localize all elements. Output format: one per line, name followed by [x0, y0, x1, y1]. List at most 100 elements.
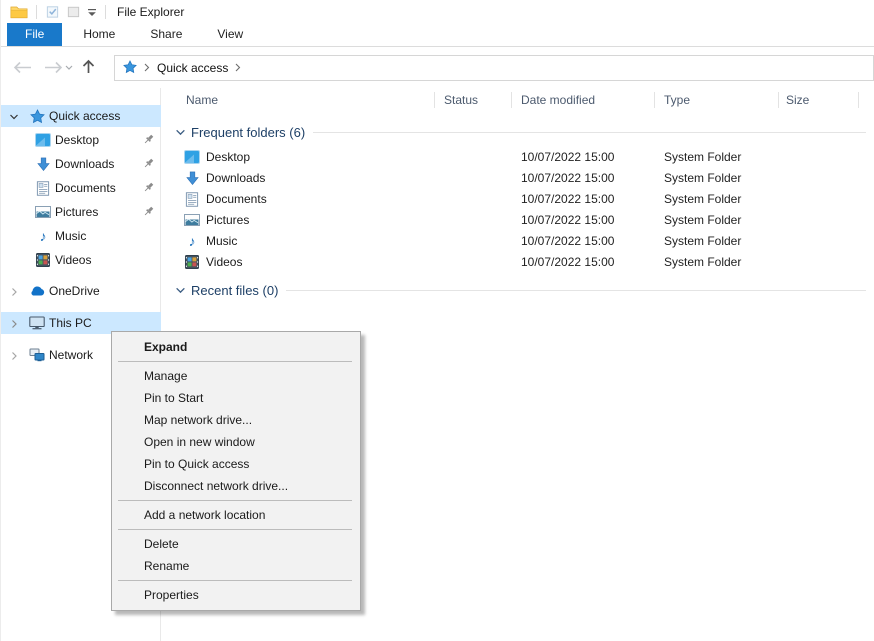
- file-name: Videos: [206, 255, 242, 269]
- menu-separator: [118, 500, 352, 501]
- file-name: Pictures: [206, 213, 249, 227]
- file-type: System Folder: [664, 192, 741, 206]
- sidebar-item-label: Desktop: [55, 133, 99, 147]
- tab-view[interactable]: View: [203, 23, 257, 46]
- file-name: Music: [206, 234, 237, 248]
- group-label: Recent files (0): [191, 283, 278, 298]
- chevron-right-icon[interactable]: [9, 318, 19, 328]
- file-type: System Folder: [664, 150, 741, 164]
- menu-item-open-in-new-window[interactable]: Open in new window: [112, 431, 360, 453]
- address-bar[interactable]: Quick access: [114, 55, 874, 81]
- titlebar-separator: [105, 5, 106, 19]
- file-date-modified: 10/07/2022 15:00: [521, 213, 614, 227]
- chevron-down-icon[interactable]: [175, 127, 186, 138]
- back-button[interactable]: [13, 61, 33, 74]
- group-header-frequent-folders[interactable]: Frequent folders (6): [162, 123, 866, 141]
- menu-item-delete[interactable]: Delete: [112, 533, 360, 555]
- qat-customize-dropdown-icon[interactable]: [87, 7, 97, 17]
- sidebar-item-downloads[interactable]: Downloads: [1, 153, 161, 175]
- menu-item-add-network-location[interactable]: Add a network location: [112, 504, 360, 526]
- sidebar-item-pictures[interactable]: Pictures: [1, 201, 161, 223]
- this-pc-context-menu: Expand Manage Pin to Start Map network d…: [111, 331, 361, 611]
- navigation-bar: Quick access: [1, 47, 874, 88]
- file-date-modified: 10/07/2022 15:00: [521, 234, 614, 248]
- column-header-name[interactable]: Name: [186, 93, 218, 107]
- menu-item-properties[interactable]: Properties: [112, 584, 360, 606]
- sidebar-item-videos[interactable]: Videos: [1, 249, 161, 271]
- tab-home[interactable]: Home: [69, 23, 129, 46]
- window-title: File Explorer: [117, 5, 184, 19]
- column-divider[interactable]: [434, 92, 435, 108]
- file-row-downloads[interactable]: Downloads 10/07/2022 15:00 System Folder: [162, 168, 874, 189]
- menu-item-pin-to-start[interactable]: Pin to Start: [112, 387, 360, 409]
- file-row-videos[interactable]: Videos 10/07/2022 15:00 System Folder: [162, 252, 874, 273]
- recent-locations-chevron-icon[interactable]: [65, 65, 73, 71]
- this-pc-monitor-icon: [29, 315, 45, 331]
- file-date-modified: 10/07/2022 15:00: [521, 192, 614, 206]
- chevron-down-icon[interactable]: [175, 285, 186, 296]
- folder-icon: [10, 4, 28, 19]
- music-note-icon: ♪: [35, 228, 51, 244]
- forward-button[interactable]: [43, 61, 63, 74]
- sidebar-item-onedrive[interactable]: OneDrive: [1, 280, 161, 302]
- menu-item-manage[interactable]: Manage: [112, 365, 360, 387]
- qat-properties-icon[interactable]: [45, 4, 60, 19]
- sidebar-item-music[interactable]: ♪ Music: [1, 225, 161, 247]
- videos-icon: [35, 252, 51, 268]
- column-divider[interactable]: [858, 92, 859, 108]
- pin-icon: [142, 157, 155, 170]
- breadcrumb-segment-quick-access[interactable]: Quick access: [157, 61, 228, 75]
- menu-item-expand[interactable]: Expand: [112, 336, 360, 358]
- file-type: System Folder: [664, 234, 741, 248]
- file-explorer-window: File Explorer File Home Share View Quic: [0, 0, 874, 641]
- menu-separator: [118, 529, 352, 530]
- column-divider[interactable]: [778, 92, 779, 108]
- file-row-desktop[interactable]: Desktop 10/07/2022 15:00 System Folder: [162, 147, 874, 168]
- file-row-documents[interactable]: Documents 10/07/2022 15:00 System Folder: [162, 189, 874, 210]
- breadcrumb-chevron-icon[interactable]: [144, 61, 150, 75]
- column-header-status[interactable]: Status: [444, 93, 478, 107]
- group-label: Frequent folders (6): [191, 125, 305, 140]
- chevron-right-icon[interactable]: [9, 286, 19, 296]
- file-name: Desktop: [206, 150, 250, 164]
- pin-icon: [142, 205, 155, 218]
- file-row-music[interactable]: ♪ Music 10/07/2022 15:00 System Folder: [162, 231, 874, 252]
- tab-share[interactable]: Share: [136, 23, 196, 46]
- downloads-icon: [35, 156, 51, 172]
- chevron-down-icon[interactable]: [9, 111, 19, 121]
- sidebar-item-label: This PC: [49, 316, 92, 330]
- tab-file[interactable]: File: [7, 23, 62, 46]
- file-date-modified: 10/07/2022 15:00: [521, 255, 614, 269]
- sidebar-item-label: Videos: [55, 253, 91, 267]
- menu-separator: [118, 361, 352, 362]
- column-divider[interactable]: [511, 92, 512, 108]
- desktop-icon: [184, 149, 200, 165]
- sidebar-item-desktop[interactable]: Desktop: [1, 129, 161, 151]
- sidebar-item-quick-access[interactable]: Quick access: [1, 105, 161, 127]
- file-type: System Folder: [664, 255, 741, 269]
- network-icon: [29, 347, 45, 363]
- menu-item-pin-to-quick-access[interactable]: Pin to Quick access: [112, 453, 360, 475]
- group-header-recent-files[interactable]: Recent files (0): [162, 281, 866, 299]
- file-date-modified: 10/07/2022 15:00: [521, 171, 614, 185]
- breadcrumb-chevron-icon[interactable]: [235, 61, 241, 75]
- sidebar-item-label: Music: [55, 229, 86, 243]
- group-divider-line: [313, 132, 866, 133]
- menu-item-rename[interactable]: Rename: [112, 555, 360, 577]
- group-divider-line: [286, 290, 866, 291]
- chevron-right-icon[interactable]: [9, 350, 19, 360]
- column-header-size[interactable]: Size: [786, 93, 809, 107]
- file-date-modified: 10/07/2022 15:00: [521, 150, 614, 164]
- sidebar-item-label: Downloads: [55, 157, 114, 171]
- menu-item-disconnect-network-drive[interactable]: Disconnect network drive...: [112, 475, 360, 497]
- up-button[interactable]: [82, 59, 95, 74]
- videos-icon: [184, 254, 200, 270]
- menu-item-map-network-drive[interactable]: Map network drive...: [112, 409, 360, 431]
- onedrive-cloud-icon: [29, 283, 45, 299]
- column-divider[interactable]: [654, 92, 655, 108]
- file-row-pictures[interactable]: Pictures 10/07/2022 15:00 System Folder: [162, 210, 874, 231]
- sidebar-item-documents[interactable]: Documents: [1, 177, 161, 199]
- column-header-type[interactable]: Type: [664, 93, 690, 107]
- qat-new-folder-icon[interactable]: [66, 4, 81, 19]
- column-header-date-modified[interactable]: Date modified: [521, 93, 595, 107]
